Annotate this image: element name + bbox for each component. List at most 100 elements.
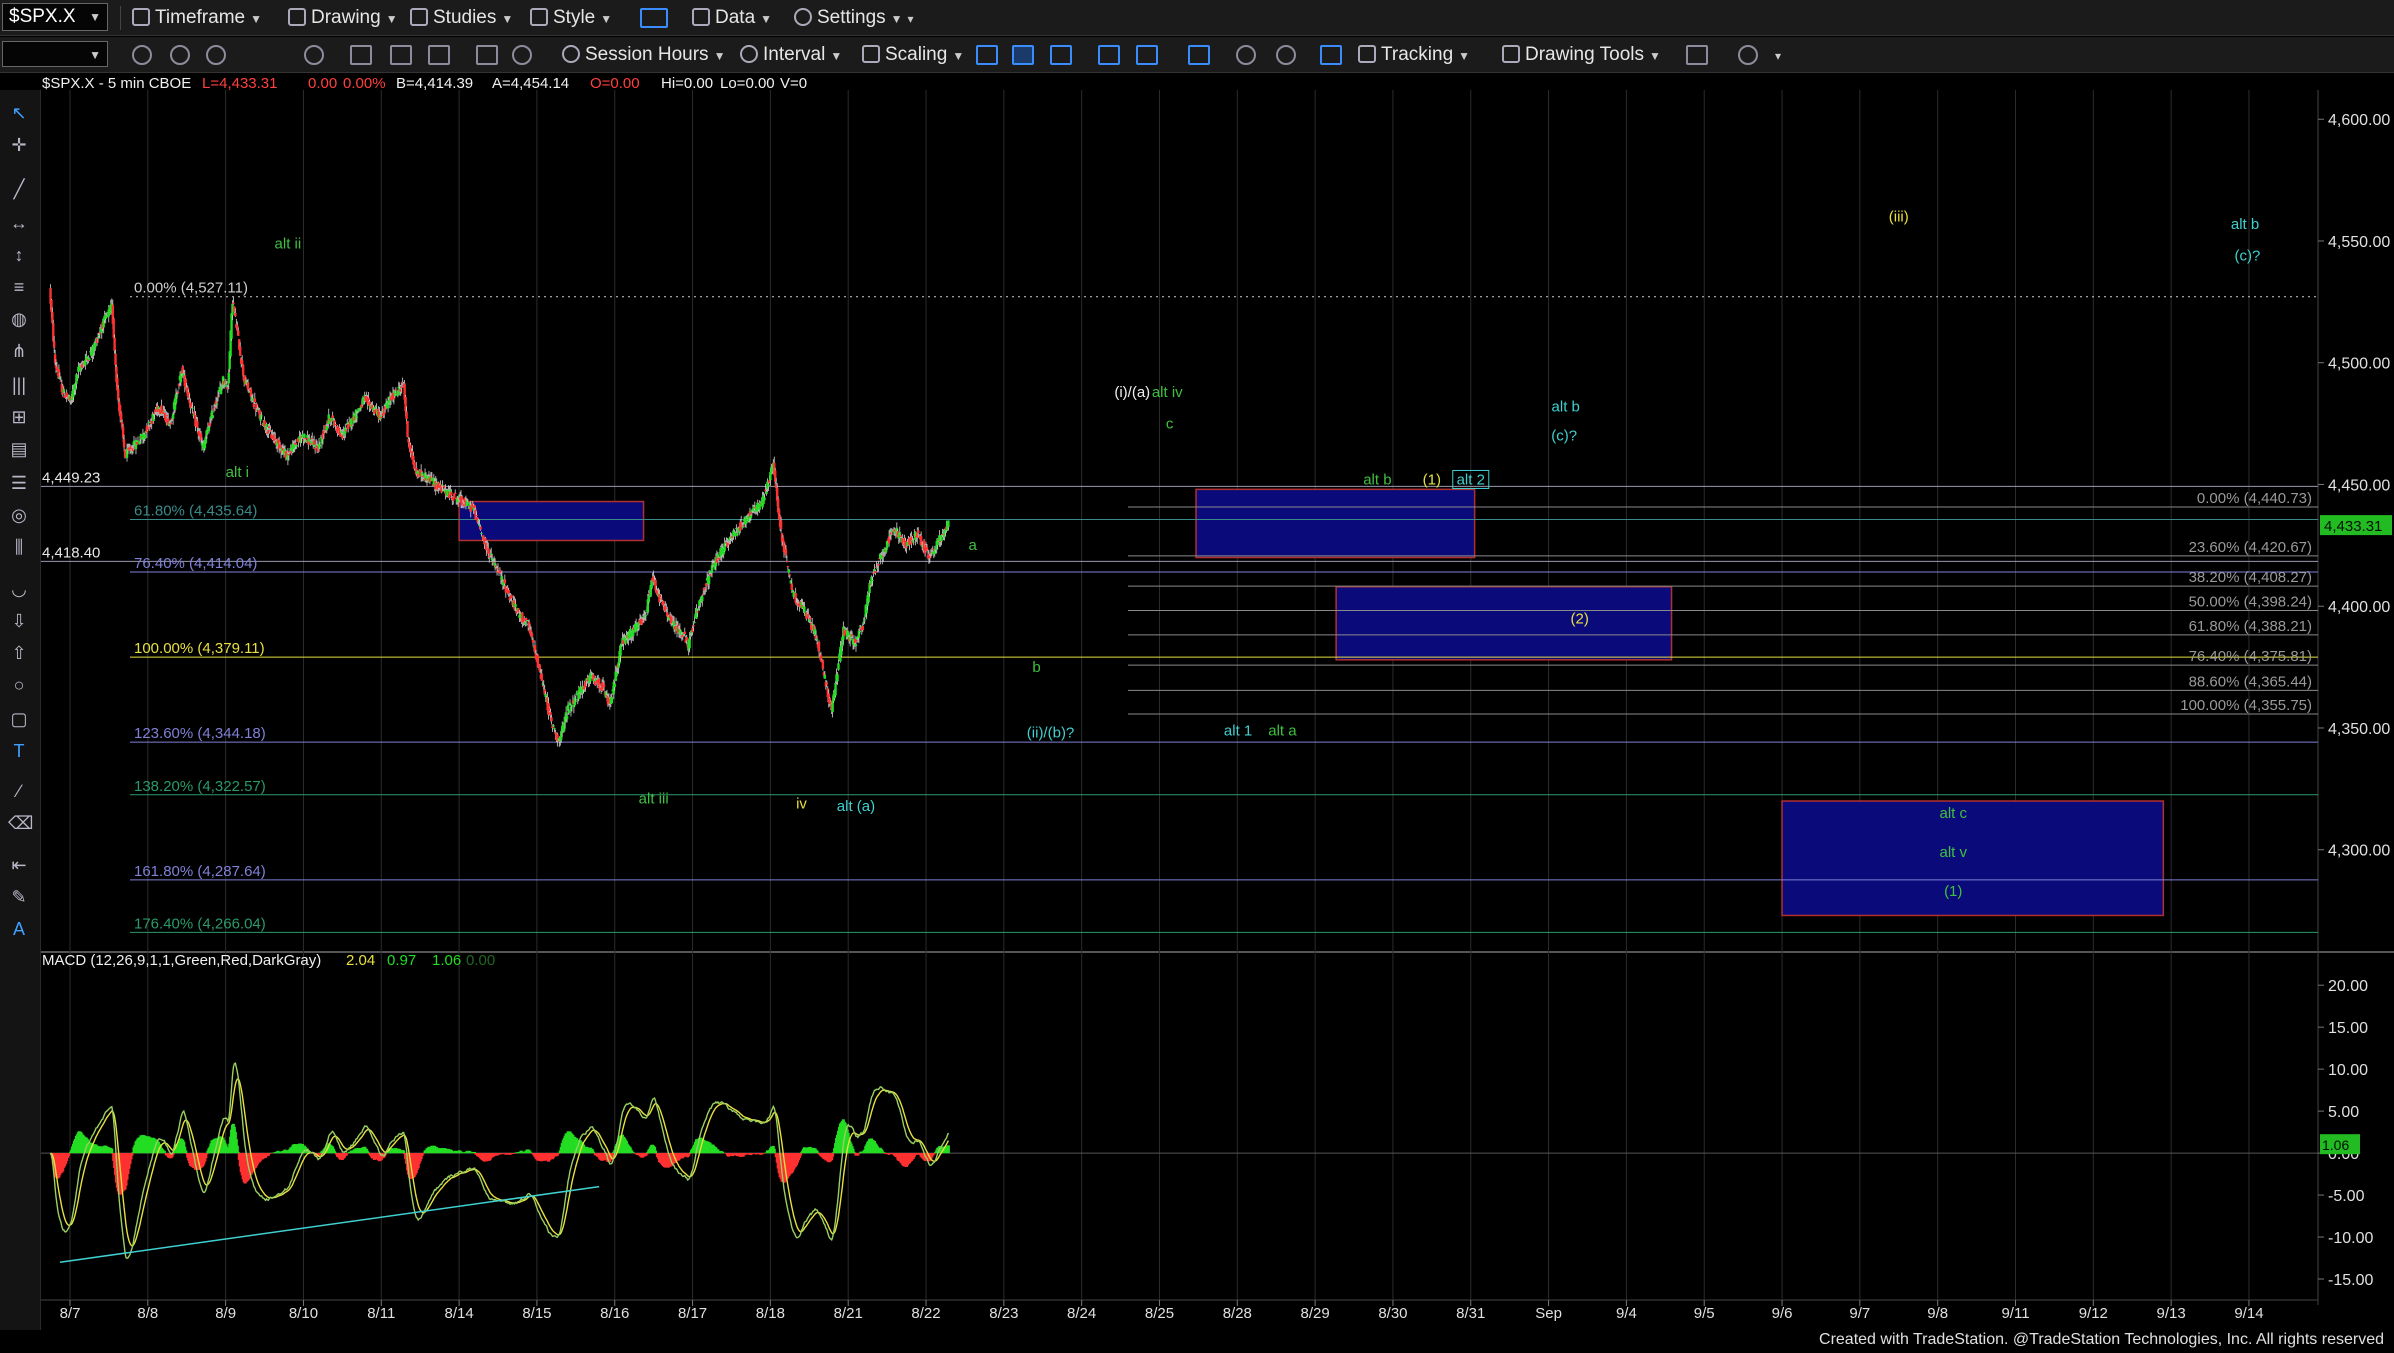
box-8-15[interactable] bbox=[458, 500, 645, 542]
text-annotation-icon[interactable]: A bbox=[8, 920, 30, 938]
fib-right-label: 61.80% (4,388.21) bbox=[2189, 618, 2312, 635]
fib-extension-icon[interactable]: ▤ bbox=[8, 440, 30, 458]
timeframe-menu[interactable]: Timeframe ▼ bbox=[132, 0, 262, 36]
drawing-menu[interactable]: Drawing ▼ bbox=[288, 0, 398, 36]
time-axis-label: 8/15 bbox=[522, 1305, 551, 1322]
shield-icon[interactable] bbox=[512, 45, 532, 65]
candle-body bbox=[701, 596, 704, 602]
up-arrow-icon[interactable]: ⇧ bbox=[8, 644, 30, 662]
symbol-selector[interactable]: $SPX.X ▼ bbox=[2, 3, 108, 31]
candle-body bbox=[355, 416, 359, 418]
text-icon[interactable]: T bbox=[8, 742, 30, 760]
price-chart[interactable]: 4,449.23 4,418.40 0.00% (4,527.11) 61.80% … bbox=[0, 0, 2394, 1353]
macd-trendline[interactable] bbox=[59, 1185, 600, 1263]
macd-value-2: 0.97 bbox=[387, 952, 416, 969]
box-alt-b[interactable] bbox=[1195, 488, 1476, 559]
arc-icon[interactable]: ◡ bbox=[8, 580, 30, 598]
channel-icon[interactable]: ≡ bbox=[8, 278, 30, 296]
save-icon[interactable] bbox=[390, 45, 412, 65]
down-arrow-icon[interactable]: ⇩ bbox=[8, 612, 30, 630]
target-icon[interactable] bbox=[206, 45, 226, 65]
timeframe-label: Timeframe bbox=[155, 7, 246, 28]
chevron-down-icon: ▼ bbox=[89, 10, 101, 24]
brush-icon[interactable]: ✎ bbox=[8, 888, 30, 906]
drawing-label: Drawing bbox=[311, 7, 381, 28]
pen-icon[interactable]: ∕ bbox=[8, 782, 30, 800]
candle-body bbox=[905, 547, 908, 549]
zoom-in-icon[interactable] bbox=[1236, 45, 1256, 65]
find-icon[interactable] bbox=[350, 45, 372, 65]
candle-body bbox=[871, 579, 874, 581]
fib-levels-icon[interactable]: ⊞ bbox=[8, 408, 30, 426]
eraser-icon[interactable]: ⌫ bbox=[8, 814, 33, 832]
bars-icon[interactable]: ||| bbox=[8, 376, 30, 394]
data-menu[interactable]: Data ▼ bbox=[692, 0, 772, 36]
box-alt-c[interactable] bbox=[1781, 800, 2165, 917]
wave-label: alt iv bbox=[1152, 384, 1183, 401]
rectangle-icon[interactable]: ▢ bbox=[8, 710, 30, 728]
horizontal-line-icon[interactable]: ↔ bbox=[8, 214, 30, 232]
bar-spacing-icon[interactable] bbox=[1098, 45, 1120, 65]
pitchfork-icon[interactable]: ⋔ bbox=[8, 342, 30, 360]
wave-label: (1) bbox=[1423, 471, 1441, 488]
candle-body bbox=[784, 549, 788, 556]
macd-value-4: 0.00 bbox=[466, 952, 495, 969]
layout-icon[interactable] bbox=[640, 8, 668, 28]
candle-body bbox=[863, 619, 866, 621]
fib-circle-icon[interactable]: ◎ bbox=[8, 506, 30, 524]
candle-body bbox=[514, 604, 517, 608]
style-menu[interactable]: Style ▼ bbox=[530, 0, 612, 36]
fib-icon[interactable]: ◍ bbox=[8, 310, 30, 328]
grid-icon[interactable] bbox=[1320, 45, 1342, 65]
candle-body bbox=[169, 423, 173, 425]
chat-icon[interactable] bbox=[1738, 45, 1758, 65]
time-axis-label: 9/4 bbox=[1616, 1305, 1637, 1322]
drawing-tools-menu[interactable]: Drawing Tools ▼ bbox=[1502, 37, 1661, 73]
secondary-toolbar: ▼ Session Hours ▼ Interval ▼ Scaling ▼ Trac… bbox=[0, 37, 2394, 73]
pointer-icon[interactable]: ↖ bbox=[8, 104, 30, 122]
window-icon[interactable] bbox=[1188, 45, 1210, 65]
crosshair-icon[interactable]: ✛ bbox=[8, 136, 30, 154]
bar-chart-icon[interactable] bbox=[976, 45, 998, 65]
refresh-icon[interactable] bbox=[304, 45, 324, 65]
scaling-menu[interactable]: Scaling ▼ bbox=[862, 37, 964, 73]
studies-menu[interactable]: Studies ▼ bbox=[410, 0, 513, 36]
candle-body bbox=[507, 590, 510, 594]
speed-lines-icon[interactable]: ⫼ bbox=[8, 538, 30, 556]
settings-menu[interactable]: Settings ▼ ▾ bbox=[794, 0, 914, 36]
interval-menu[interactable]: Interval ▼ bbox=[740, 37, 842, 73]
trendline-icon[interactable]: ╱ bbox=[8, 180, 30, 198]
network-icon[interactable] bbox=[476, 45, 498, 65]
box-2[interactable] bbox=[1335, 585, 1673, 661]
regression-icon[interactable]: ☰ bbox=[8, 474, 30, 492]
chevron-down-icon: ▼ bbox=[600, 12, 613, 26]
bar-spacing-narrow-icon[interactable] bbox=[1136, 45, 1158, 65]
scale-left-icon[interactable]: ⇤ bbox=[8, 856, 30, 874]
wave-label: a bbox=[969, 537, 978, 554]
export-icon[interactable] bbox=[1686, 45, 1708, 65]
fib-level-label: 138.20% (4,322.57) bbox=[134, 778, 266, 795]
candle-body bbox=[325, 425, 329, 431]
vertical-line-icon[interactable]: ↕ bbox=[8, 246, 30, 264]
macd-histogram-bar bbox=[130, 1153, 134, 1156]
zoom-out-icon[interactable] bbox=[1276, 45, 1296, 65]
macd-histogram-bar bbox=[688, 1153, 692, 1155]
link-icon[interactable] bbox=[132, 45, 152, 65]
symbol-text: $SPX.X bbox=[9, 6, 76, 27]
ellipse-icon[interactable]: ○ bbox=[8, 676, 30, 694]
candle-body bbox=[834, 683, 837, 696]
candle-body bbox=[836, 674, 839, 682]
fib-right-label: 88.60% (4,365.44) bbox=[2189, 673, 2312, 690]
tracking-menu[interactable]: Tracking ▼ bbox=[1358, 37, 1470, 73]
macd-histogram-bar bbox=[235, 1145, 239, 1154]
candle-body bbox=[540, 673, 543, 681]
print-icon[interactable] bbox=[428, 45, 450, 65]
more-menu[interactable]: ▾ bbox=[1770, 37, 1781, 73]
hollow-candle-icon[interactable] bbox=[1050, 45, 1072, 65]
macd-histogram-bar bbox=[946, 1145, 950, 1154]
candle-chart-icon[interactable] bbox=[1012, 45, 1034, 65]
candle-body bbox=[253, 398, 257, 403]
workspace-selector[interactable]: ▼ bbox=[2, 41, 108, 67]
link-group-icon[interactable] bbox=[170, 45, 190, 65]
session-hours-menu[interactable]: Session Hours ▼ bbox=[562, 37, 725, 73]
